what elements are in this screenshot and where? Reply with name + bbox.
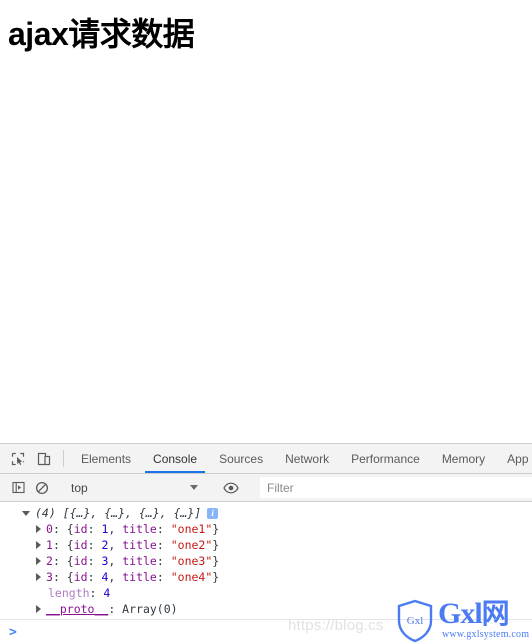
tab-memory[interactable]: Memory (431, 444, 496, 473)
console-sidebar-icon[interactable] (6, 481, 30, 494)
object-index: 1 (46, 538, 53, 552)
tab-performance[interactable]: Performance (340, 444, 431, 473)
colon-2: : (156, 554, 171, 568)
tab-sources[interactable]: Sources (208, 444, 274, 473)
object-key-title: title (122, 554, 157, 568)
object-open: : { (52, 522, 74, 536)
toolbar-divider (63, 450, 64, 467)
devtools-tabstrip: Elements Console Sources Network Perform… (0, 444, 532, 474)
object-key-id: id (73, 538, 88, 552)
chevron-down-icon (190, 485, 198, 490)
console-output: (4) [{…}, {…}, {…}, {…}] i 0 : { id : 1 … (0, 502, 532, 619)
object-index: 0 (46, 522, 53, 536)
console-object-row[interactable]: 1 : { id : 2 , title : "one2" } (0, 537, 532, 553)
object-close: } (212, 570, 220, 584)
web-page-viewport: ajax请求数据 (0, 0, 532, 443)
object-open: : { (52, 538, 74, 552)
object-value-title: "one1" (170, 522, 213, 536)
console-context-select[interactable]: top (67, 481, 206, 495)
disclosure-triangle-closed-icon[interactable] (36, 525, 41, 533)
length-value: 4 (103, 586, 111, 600)
comma-1: , (108, 522, 123, 536)
device-toolbar-icon[interactable] (31, 444, 57, 473)
console-proto-row[interactable]: __proto__ : Array(0) (0, 601, 532, 617)
object-open: : { (52, 554, 74, 568)
object-key-id: id (73, 570, 88, 584)
object-value-id: 3 (101, 554, 109, 568)
clear-console-icon[interactable] (30, 481, 54, 495)
object-value-title: "one2" (170, 538, 213, 552)
inspect-element-icon[interactable] (5, 444, 31, 473)
devtools-panel: Elements Console Sources Network Perform… (0, 443, 532, 644)
colon-1: : (87, 522, 102, 536)
comma-1: , (108, 570, 123, 584)
console-toolbar: top (0, 474, 532, 502)
object-key-title: title (122, 538, 157, 552)
colon-length: : (89, 586, 104, 600)
console-filter-input[interactable] (260, 477, 532, 498)
object-value-id: 4 (101, 570, 109, 584)
comma-1: , (108, 538, 123, 552)
array-preview-text: (4) [{…}, {…}, {…}, {…}] (35, 506, 202, 520)
colon-1: : (87, 554, 102, 568)
console-array-preview-row[interactable]: (4) [{…}, {…}, {…}, {…}] i (0, 505, 532, 521)
colon-proto: : (108, 602, 123, 616)
object-index: 2 (46, 554, 53, 568)
colon-2: : (156, 538, 171, 552)
object-key-id: id (73, 554, 88, 568)
tab-elements[interactable]: Elements (70, 444, 142, 473)
disclosure-triangle-open-icon[interactable] (22, 510, 30, 516)
disclosure-triangle-closed-icon[interactable] (36, 605, 41, 613)
object-value-id: 1 (101, 522, 109, 536)
colon-1: : (87, 538, 102, 552)
object-close: } (212, 538, 220, 552)
page-title: ajax请求数据 (8, 16, 195, 52)
tab-network[interactable]: Network (274, 444, 340, 473)
object-value-title: "one4" (170, 570, 213, 584)
object-index: 3 (46, 570, 53, 584)
tab-console[interactable]: Console (142, 444, 208, 473)
object-open: : { (52, 570, 74, 584)
console-object-row[interactable]: 2 : { id : 3 , title : "one3" } (0, 553, 532, 569)
disclosure-triangle-closed-icon[interactable] (36, 573, 41, 581)
object-value-id: 2 (101, 538, 109, 552)
tab-application[interactable]: App (496, 444, 532, 473)
object-key-title: title (122, 570, 157, 584)
colon-2: : (156, 522, 171, 536)
comma-1: , (108, 554, 123, 568)
console-length-row: length : 4 (0, 585, 532, 601)
console-context-value: top (71, 480, 88, 495)
live-expression-icon[interactable] (219, 482, 243, 494)
prompt-caret-icon: > (9, 624, 17, 640)
info-icon[interactable]: i (207, 507, 219, 519)
console-prompt-row[interactable]: > (0, 619, 532, 644)
length-key: length (48, 586, 90, 600)
object-close: } (212, 522, 220, 536)
console-object-row[interactable]: 0 : { id : 1 , title : "one1" } (0, 521, 532, 537)
console-object-row[interactable]: 3 : { id : 4 , title : "one4" } (0, 569, 532, 585)
disclosure-triangle-closed-icon[interactable] (36, 541, 41, 549)
proto-key: __proto__ (46, 602, 109, 616)
proto-value: Array(0) (122, 602, 178, 616)
object-close: } (212, 554, 220, 568)
disclosure-triangle-closed-icon[interactable] (36, 557, 41, 565)
object-key-id: id (73, 522, 88, 536)
colon-1: : (87, 570, 102, 584)
object-value-title: "one3" (170, 554, 213, 568)
colon-2: : (156, 570, 171, 584)
object-key-title: title (122, 522, 157, 536)
